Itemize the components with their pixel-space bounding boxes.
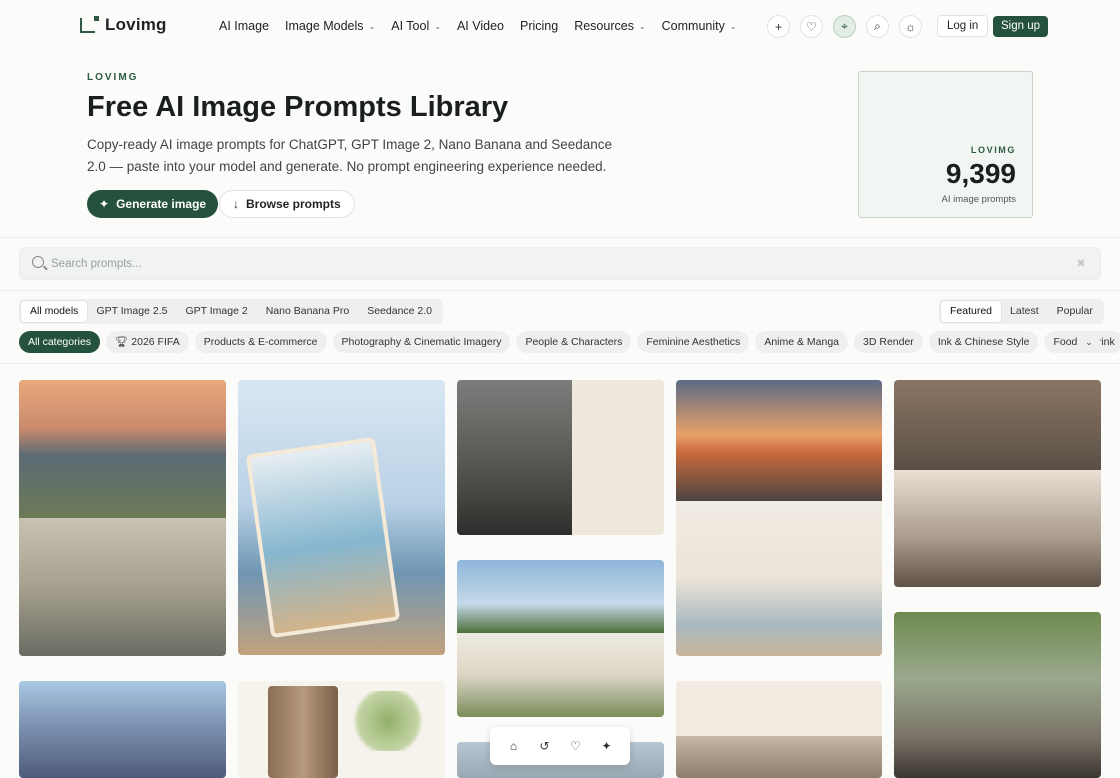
gallery-image (894, 470, 1101, 587)
nav-resources[interactable]: Resources ⌄ (574, 19, 645, 33)
category-chips: All categories 🏆︎ 2026 FIFA Products & E… (19, 331, 1120, 353)
gallery-image (676, 501, 882, 656)
chip-anime-manga[interactable]: Anime & Manga (755, 331, 849, 353)
stat-value: 9,399 (945, 158, 1016, 189)
stat-card: LOVIMG 9,399 AI image prompts (858, 71, 1033, 218)
model-tabs: All models GPT Image 2.5 GPT Image 2 Nan… (19, 299, 444, 324)
login-button[interactable]: Log in (937, 15, 989, 37)
chip-all-categories[interactable]: All categories (19, 331, 101, 353)
tab-latest[interactable]: Latest (1001, 301, 1048, 322)
heart-icon[interactable]: ♡ (567, 739, 585, 753)
gallery-image (457, 380, 572, 535)
sparkle-icon: ✦ (99, 197, 110, 211)
chevron-down-icon: ⌄ (729, 21, 737, 31)
tab-seedance-2-0[interactable]: Seedance 2.0 (358, 301, 441, 322)
sparkle-icon[interactable]: ✦ (598, 739, 616, 753)
tab-gpt-image-2[interactable]: GPT Image 2 (176, 301, 256, 322)
browse-prompts-button[interactable]: ↓ Browse prompts (219, 190, 355, 218)
chevron-down-icon[interactable]: ⌄ (1078, 331, 1100, 353)
hero-subtitle: Copy-ready AI image prompts for ChatGPT,… (87, 137, 613, 174)
site-header: Lovimg AI Image Image Models ⌄ AI Tool ⌄ A… (0, 0, 1120, 52)
gallery-image (457, 633, 664, 717)
gallery-image (19, 380, 226, 518)
chevron-down-icon: ⌄ (368, 21, 376, 31)
gallery-card[interactable] (238, 380, 445, 655)
signup-button[interactable]: Sign up (993, 16, 1049, 37)
brand-name: Lovimg (105, 15, 167, 34)
chip-feminine-aesthetics[interactable]: Feminine Aesthetics (637, 331, 750, 353)
tab-popular[interactable]: Popular (1048, 301, 1102, 322)
gallery-card[interactable] (457, 380, 664, 535)
stat-eyebrow: LOVIMG (970, 145, 1016, 155)
page-title: Free AI Image Prompts Library (87, 91, 509, 123)
trophy-icon: 🏆︎ (115, 336, 132, 348)
gallery-card[interactable] (676, 681, 882, 778)
brand-logo[interactable]: Lovimg (80, 15, 167, 35)
header-actions: + ♡ ⌖ ⌕ ☼ (767, 15, 922, 38)
search-icon (32, 256, 44, 268)
nav-pricing[interactable]: Pricing (520, 19, 558, 33)
plus-icon[interactable]: + (767, 15, 790, 38)
nav-community[interactable]: Community ⌄ (662, 19, 737, 33)
tab-all-models[interactable]: All models (21, 301, 88, 322)
chip-products-ecommerce[interactable]: Products & E-commerce (194, 331, 327, 353)
chip-2026-fifa[interactable]: 🏆︎ 2026 FIFA (106, 331, 189, 353)
arrow-down-icon: ↓ (233, 197, 239, 211)
chip-ink-chinese-style[interactable]: Ink & Chinese Style (928, 331, 1039, 353)
sort-tabs: Featured Latest Popular (939, 299, 1104, 324)
chevron-down-icon: ⌄ (638, 21, 646, 31)
gallery-image (245, 436, 401, 639)
generate-image-button[interactable]: ✦ Generate image (87, 190, 219, 218)
search-zoom-icon[interactable]: ⌕ (866, 15, 889, 38)
gallery-image (676, 380, 882, 501)
logo-icon (80, 15, 99, 33)
search-input[interactable] (51, 254, 951, 274)
gallery-image (572, 380, 664, 535)
sun-icon[interactable]: ☼ (899, 15, 922, 38)
hero-eyebrow: LOVIMG (87, 72, 139, 83)
gallery-image (348, 691, 428, 751)
divider (0, 363, 1120, 364)
search-bar[interactable]: ⌘ (19, 247, 1101, 280)
floating-toolbar: ⌂ ↺ ♡ ✦ (490, 727, 630, 765)
gallery-image (457, 560, 664, 633)
gallery-card[interactable] (894, 380, 1101, 587)
tab-nano-banana-pro[interactable]: Nano Banana Pro (257, 301, 358, 322)
gallery-card[interactable] (19, 681, 226, 778)
gallery-card[interactable] (894, 612, 1101, 778)
gallery-card[interactable] (19, 380, 226, 656)
gallery-card[interactable] (238, 681, 445, 778)
nav-image-models[interactable]: Image Models ⌄ (285, 19, 375, 33)
nav-ai-image[interactable]: AI Image (219, 19, 269, 33)
history-icon[interactable]: ↺ (536, 739, 554, 753)
chip-photography[interactable]: Photography & Cinematic Imagery (332, 331, 511, 353)
main-nav: AI Image Image Models ⌄ AI Tool ⌄ AI Video… (219, 19, 737, 33)
gallery-image (268, 686, 338, 778)
gallery-card[interactable] (457, 560, 664, 717)
chevron-down-icon: ⌄ (434, 21, 441, 31)
gallery-image (894, 380, 1101, 470)
gallery-image (676, 736, 882, 778)
nav-ai-video[interactable]: AI Video (457, 19, 504, 33)
divider (0, 290, 1120, 291)
tab-gpt-image-2-5[interactable]: GPT Image 2.5 (87, 301, 176, 322)
gallery-card[interactable] (676, 380, 882, 656)
nav-ai-tool[interactable]: AI Tool ⌄ (391, 19, 441, 33)
gallery-image (19, 518, 226, 656)
chip-people-characters[interactable]: People & Characters (516, 331, 632, 353)
stat-label: AI image prompts (941, 194, 1016, 205)
divider (0, 237, 1120, 238)
home-icon[interactable]: ⌂ (505, 739, 523, 753)
shortcut-icon: ⌘ (1077, 259, 1085, 268)
crosshair-icon[interactable]: ⌖ (833, 15, 856, 38)
tab-featured[interactable]: Featured (941, 301, 1002, 322)
chip-3d-render[interactable]: 3D Render (854, 331, 923, 353)
heart-icon[interactable]: ♡ (800, 15, 823, 38)
